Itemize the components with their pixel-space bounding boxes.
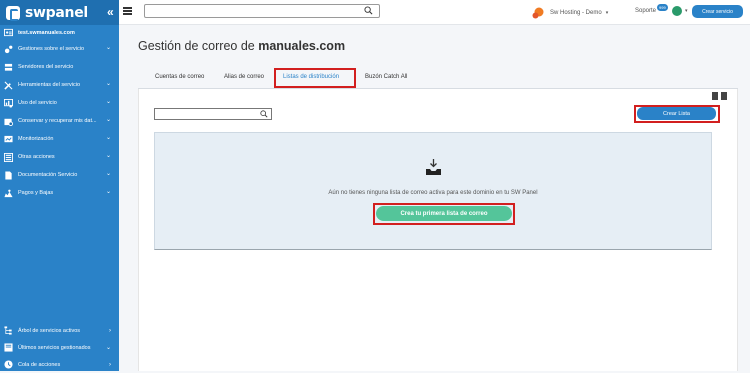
export-icons <box>712 92 727 100</box>
sidebar-item-label: Gestiones sobre el servicio <box>18 46 85 52</box>
sidebar-item-herramientas[interactable]: Herramientas del servicio ⌄ <box>0 76 119 94</box>
sidebar-item-cola[interactable]: Cola de acciones › <box>0 356 119 373</box>
menu-toggle-icon[interactable] <box>123 7 132 15</box>
backup-icon <box>4 117 13 126</box>
empty-state-panel: Aún no tienes ninguna lista de correo ac… <box>154 132 712 250</box>
monitor-icon <box>4 135 13 144</box>
tab-alias[interactable]: Alias de correo <box>224 74 264 80</box>
page-title-prefix: Gestión de correo de <box>138 39 259 53</box>
sidebar-item-label: Documentación Servicio <box>18 172 78 178</box>
account-icon <box>4 28 13 37</box>
queue-icon <box>4 360 13 369</box>
topbar: Sw Hosting - Demo ▾ Soporte 999 ▾ Crear … <box>119 0 750 25</box>
org-name: Sw Hosting - Demo <box>550 10 602 16</box>
export-pdf-icon[interactable] <box>712 92 718 100</box>
sidebar-item-label: Servidores del servicio <box>18 64 74 70</box>
chevron-down-icon: ⌄ <box>105 189 111 195</box>
chevron-down-icon: ⌄ <box>105 117 111 123</box>
sidebar-item-label: Cola de acciones <box>18 361 61 368</box>
crear-lista-button[interactable]: Crear Lista <box>637 107 716 120</box>
recent-icon <box>4 343 13 352</box>
server-icon <box>4 63 13 72</box>
brand[interactable]: swpanel <box>0 0 119 25</box>
collapse-sidebar-icon[interactable]: « <box>107 5 114 19</box>
avatar[interactable] <box>672 6 682 16</box>
usage-icon <box>4 98 13 108</box>
sidebar-item-servidores[interactable]: Servidores del servicio <box>0 58 119 76</box>
sidebar-item-arbol[interactable]: Árbol de servicios activos › <box>0 322 119 339</box>
org-selector[interactable]: Sw Hosting - Demo ▾ <box>532 7 608 19</box>
sidebar-item-ultimos[interactable]: Últimos servicios gestionados ⌄ <box>0 339 119 356</box>
chevron-down-icon: ⌄ <box>105 171 111 177</box>
sidebar-account[interactable]: test.swmanuales.com <box>0 25 119 40</box>
chevron-down-icon: ⌄ <box>105 81 111 87</box>
chevron-right-icon: › <box>109 361 111 368</box>
inbox-download-icon <box>426 159 441 175</box>
chevron-down-icon: ⌄ <box>105 345 111 351</box>
soporte-label: Soporte <box>635 7 657 14</box>
chevron-down-icon: ⌄ <box>105 99 111 105</box>
chevron-right-icon: › <box>109 327 111 334</box>
sidebar-bottom-menu: Árbol de servicios activos › Últimos ser… <box>0 322 119 373</box>
sidebar-item-label: Últimos servicios gestionados <box>18 344 91 351</box>
doc-icon <box>4 170 13 180</box>
sidebar-item-uso[interactable]: Uso del servicio ⌄ <box>0 94 119 112</box>
search-icon[interactable] <box>260 110 268 118</box>
swpanel-logo-icon <box>6 5 20 21</box>
list-search-input[interactable] <box>154 108 272 120</box>
tab-cuentas[interactable]: Cuentas de correo <box>155 74 204 80</box>
soporte-badge: 999 <box>657 4 668 11</box>
payments-icon <box>4 189 13 198</box>
tools-icon <box>4 81 13 90</box>
sidebar-menu: test.swmanuales.com Gestiones sobre el s… <box>0 25 119 202</box>
empty-state-message: Aún no tienes ninguna lista de correo ac… <box>328 190 538 196</box>
sidebar-item-label: Árbol de servicios activos <box>18 327 81 334</box>
sidebar-item-label: Conservar y recuperar mis dat... <box>18 118 97 124</box>
tab-bar: Cuentas de correo Alias de correo Listas… <box>138 68 738 89</box>
soporte-button[interactable]: Soporte 999 <box>635 4 668 14</box>
user-menu-chevron-icon[interactable]: ▾ <box>685 8 688 14</box>
page-title-domain: manuales.com <box>258 39 346 53</box>
search-icon[interactable] <box>364 6 373 15</box>
tab-highlight-box <box>274 68 356 88</box>
brand-name: swpanel <box>25 4 88 21</box>
tree-icon <box>4 326 13 335</box>
create-first-list-button[interactable]: Crea tu primera lista de correo <box>376 206 512 221</box>
sidebar-item-otras-acciones[interactable]: Otras acciones ⌄ <box>0 148 119 166</box>
gears-icon <box>4 45 13 54</box>
chevron-down-icon: ▾ <box>605 10 609 16</box>
sidebar-item-label: Pagos y Bajas <box>18 190 54 196</box>
chevron-down-icon: ⌄ <box>105 45 111 51</box>
sw-hosting-logo-icon <box>532 7 544 19</box>
sidebar-item-label: Otras acciones <box>18 154 55 160</box>
sidebar-item-monitorizacion[interactable]: Monitorización ⌄ <box>0 130 119 148</box>
tab-catch-all[interactable]: Buzón Catch All <box>365 74 407 80</box>
sidebar-item-label: Herramientas del servicio <box>18 82 81 88</box>
chevron-down-icon: ⌄ <box>105 135 111 141</box>
sidebar: swpanel « test.swmanuales.com Gestiones … <box>0 0 119 371</box>
sidebar-item-documentacion[interactable]: Documentación Servicio ⌄ <box>0 166 119 184</box>
sidebar-item-gestiones[interactable]: Gestiones sobre el servicio ⌄ <box>0 40 119 58</box>
global-search-input[interactable] <box>144 4 380 18</box>
actions-icon <box>4 152 13 162</box>
sidebar-item-label: Uso del servicio <box>18 100 57 106</box>
chevron-down-icon: ⌄ <box>105 153 111 159</box>
sidebar-item-conservar[interactable]: Conservar y recuperar mis dat... ⌄ <box>0 112 119 130</box>
page-title: Gestión de correo de manuales.com <box>138 39 345 53</box>
sidebar-item-pagos[interactable]: Pagos y Bajas ⌄ <box>0 184 119 202</box>
sidebar-item-label: Monitorización <box>18 136 54 142</box>
sidebar-account-label: test.swmanuales.com <box>18 29 75 36</box>
crear-servicio-button[interactable]: Crear servicio <box>692 5 743 18</box>
export-csv-icon[interactable] <box>721 92 727 100</box>
